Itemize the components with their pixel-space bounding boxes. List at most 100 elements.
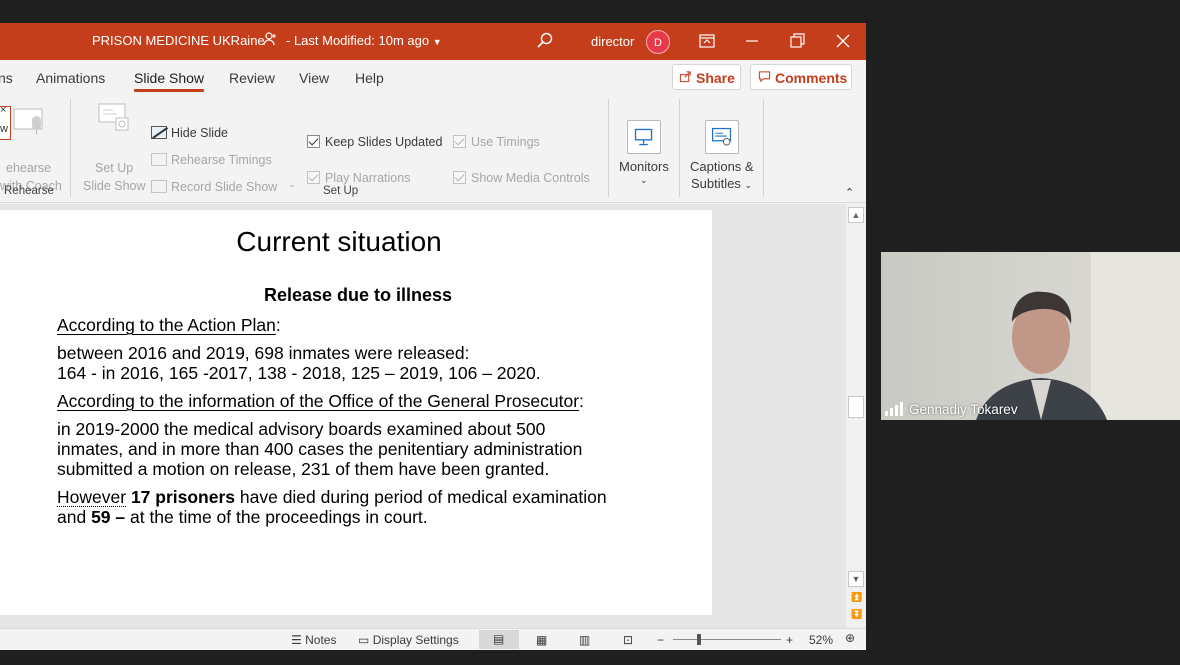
ribbon-separator bbox=[70, 99, 71, 197]
captions-label-2[interactable]: Subtitles ⌄ bbox=[691, 176, 752, 191]
slide-paragraph-heading: According to the information of the Offi… bbox=[57, 391, 584, 411]
keep-slides-updated-checkbox[interactable]: Keep Slides Updated bbox=[307, 135, 442, 149]
monitors-label[interactable]: Monitors bbox=[619, 159, 669, 174]
zoom-slider-thumb[interactable] bbox=[697, 634, 701, 645]
tab-review[interactable]: Review bbox=[229, 70, 275, 86]
captions-icon[interactable] bbox=[705, 120, 739, 154]
checkbox-disabled bbox=[307, 171, 320, 184]
display-settings-button[interactable]: ▭ Display Settings bbox=[358, 633, 459, 647]
setup-slideshow-icon bbox=[98, 102, 130, 137]
rehearse-coach-icon[interactable]: × w bbox=[0, 104, 11, 140]
ribbon-separator bbox=[679, 99, 680, 197]
slide-canvas[interactable]: Current situation Release due to illness… bbox=[0, 210, 712, 615]
slide-text-line: in 2019-2000 the medical advisory boards… bbox=[57, 419, 546, 439]
slide-text-line: between 2016 and 2019, 698 inmates were … bbox=[57, 343, 470, 363]
previous-slide-icon[interactable]: ⏫ bbox=[851, 592, 862, 603]
tab-view[interactable]: View bbox=[299, 70, 329, 86]
prisoners-count: 17 prisoners bbox=[130, 487, 236, 507]
chevron-down-icon: ⌄ bbox=[744, 180, 753, 190]
hide-slide-button[interactable]: Hide Slide bbox=[151, 126, 228, 140]
scroll-up-icon[interactable]: ▲ bbox=[848, 207, 864, 223]
ribbon: × w ehearse with Coach Rehearse Set Up S… bbox=[0, 93, 866, 203]
show-media-controls-checkbox[interactable]: Show Media Controls bbox=[453, 171, 590, 185]
slide-text-line: submitted a motion on release, 231 of th… bbox=[57, 459, 550, 479]
captions-label-1[interactable]: Captions & bbox=[690, 159, 754, 174]
tab-help[interactable]: Help bbox=[355, 70, 384, 86]
use-timings-checkbox[interactable]: Use Timings bbox=[453, 135, 540, 149]
zoom-in-button[interactable]: + bbox=[786, 633, 793, 647]
participant-video-tile[interactable]: Gennadiy Tokarev bbox=[881, 252, 1180, 420]
show-media-controls-label: Show Media Controls bbox=[471, 171, 590, 185]
slide-subtitle: Release due to illness bbox=[263, 285, 453, 305]
ribbon-tabs: ns Animations Slide Show Review View Hel… bbox=[0, 60, 866, 93]
zoom-out-button[interactable]: − bbox=[657, 633, 664, 647]
zoom-level[interactable]: 52% bbox=[809, 633, 833, 647]
fit-slide-icon[interactable]: ⊕ bbox=[845, 631, 855, 645]
last-modified[interactable]: - Last Modified: 10m ago ▼ bbox=[286, 33, 442, 48]
slide-paragraph-heading: According to the Action Plan: bbox=[57, 315, 281, 335]
play-narrations-checkbox[interactable]: Play Narrations bbox=[307, 171, 410, 185]
microphone-icon bbox=[12, 108, 46, 141]
participant-name: Gennadiy Tokarev bbox=[909, 402, 1018, 417]
slide-text-line: However 17 prisoners have died during pe… bbox=[57, 487, 607, 507]
reading-view-icon[interactable]: ▥ bbox=[579, 633, 590, 647]
display-settings-icon: ▭ bbox=[358, 633, 370, 647]
however-word: However bbox=[57, 487, 127, 507]
comments-label: Comments bbox=[775, 70, 848, 86]
prosecutor-colon: : bbox=[579, 391, 584, 411]
use-timings-label: Use Timings bbox=[471, 135, 540, 149]
display-settings-label: Display Settings bbox=[372, 633, 459, 647]
search-icon[interactable] bbox=[536, 31, 554, 49]
slide-text-line: 164 - in 2016, 165 -2017, 138 - 2018, 12… bbox=[57, 363, 541, 383]
close-icon[interactable] bbox=[833, 31, 853, 51]
normal-view-icon: ▤ bbox=[493, 632, 505, 646]
record-slide-show-button[interactable]: Record Slide Show bbox=[151, 180, 277, 194]
slide-sorter-icon[interactable]: ▦ bbox=[536, 633, 547, 647]
slide-text-line: and 59 – at the time of the proceedings … bbox=[57, 507, 428, 527]
scroll-thumb[interactable] bbox=[848, 396, 864, 418]
rehearse-timings-button[interactable]: Rehearse Timings bbox=[151, 153, 272, 167]
checkbox-disabled bbox=[453, 135, 466, 148]
share-icon bbox=[679, 70, 692, 86]
chevron-down-icon[interactable]: ⌄ bbox=[640, 175, 648, 186]
monitor-icon[interactable] bbox=[627, 120, 661, 154]
setup-slideshow-label-1[interactable]: Set Up bbox=[95, 161, 133, 175]
ribbon-display-icon[interactable] bbox=[697, 31, 717, 51]
tab-slide-show[interactable]: Slide Show bbox=[134, 70, 205, 92]
document-title[interactable]: PRISON MEDICINE UKRaine bbox=[92, 33, 265, 48]
rehearse-label-1[interactable]: ehearse bbox=[6, 161, 51, 175]
vertical-scrollbar[interactable]: ▲ ▼ ⏫ ⏬ bbox=[846, 204, 866, 628]
share-button[interactable]: Share bbox=[672, 64, 741, 90]
zoom-slider[interactable] bbox=[673, 634, 781, 645]
user-name[interactable]: director bbox=[591, 34, 634, 49]
last-modified-text: - Last Modified: 10m ago bbox=[286, 33, 430, 48]
comment-icon bbox=[758, 70, 771, 86]
setup-slideshow-label-2[interactable]: Slide Show bbox=[83, 179, 146, 193]
timer-icon bbox=[151, 153, 167, 166]
chevron-down-icon[interactable]: ⌄ bbox=[288, 179, 296, 190]
scroll-down-icon[interactable]: ▼ bbox=[848, 571, 864, 587]
notes-label: Notes bbox=[305, 633, 337, 647]
hide-slide-label: Hide Slide bbox=[171, 126, 228, 140]
play-narrations-label: Play Narrations bbox=[325, 171, 411, 185]
tab-transitions[interactable]: ns bbox=[0, 70, 13, 86]
signal-strength-icon bbox=[885, 402, 903, 416]
avatar[interactable]: D bbox=[646, 30, 670, 54]
comments-button[interactable]: Comments bbox=[750, 64, 852, 90]
notes-button[interactable]: ☰ Notes bbox=[291, 633, 336, 647]
rehearse-w-glyph: w bbox=[0, 123, 8, 135]
next-slide-icon[interactable]: ⏬ bbox=[851, 609, 862, 620]
group-label-setup: Set Up bbox=[323, 185, 359, 197]
slideshow-view-icon[interactable]: ⊡ bbox=[623, 633, 633, 647]
restore-icon[interactable] bbox=[787, 31, 807, 51]
chevron-down-icon: ▼ bbox=[432, 37, 442, 47]
prosecutor-heading: According to the information of the Offi… bbox=[57, 391, 580, 411]
normal-view-button[interactable]: ▤ bbox=[479, 630, 519, 649]
status-bar: ☰ Notes ▭ Display Settings ▤ ▦ ▥ ⊡ − + 5… bbox=[0, 628, 866, 650]
minimize-icon[interactable] bbox=[742, 31, 762, 51]
slide-text-fragment: have died during period of medical exami… bbox=[235, 487, 607, 507]
group-label-rehearse: Rehearse bbox=[4, 185, 54, 197]
close-icon: × bbox=[0, 104, 7, 116]
collapse-ribbon-icon[interactable]: ⌃ bbox=[845, 186, 854, 199]
tab-animations[interactable]: Animations bbox=[36, 70, 105, 86]
